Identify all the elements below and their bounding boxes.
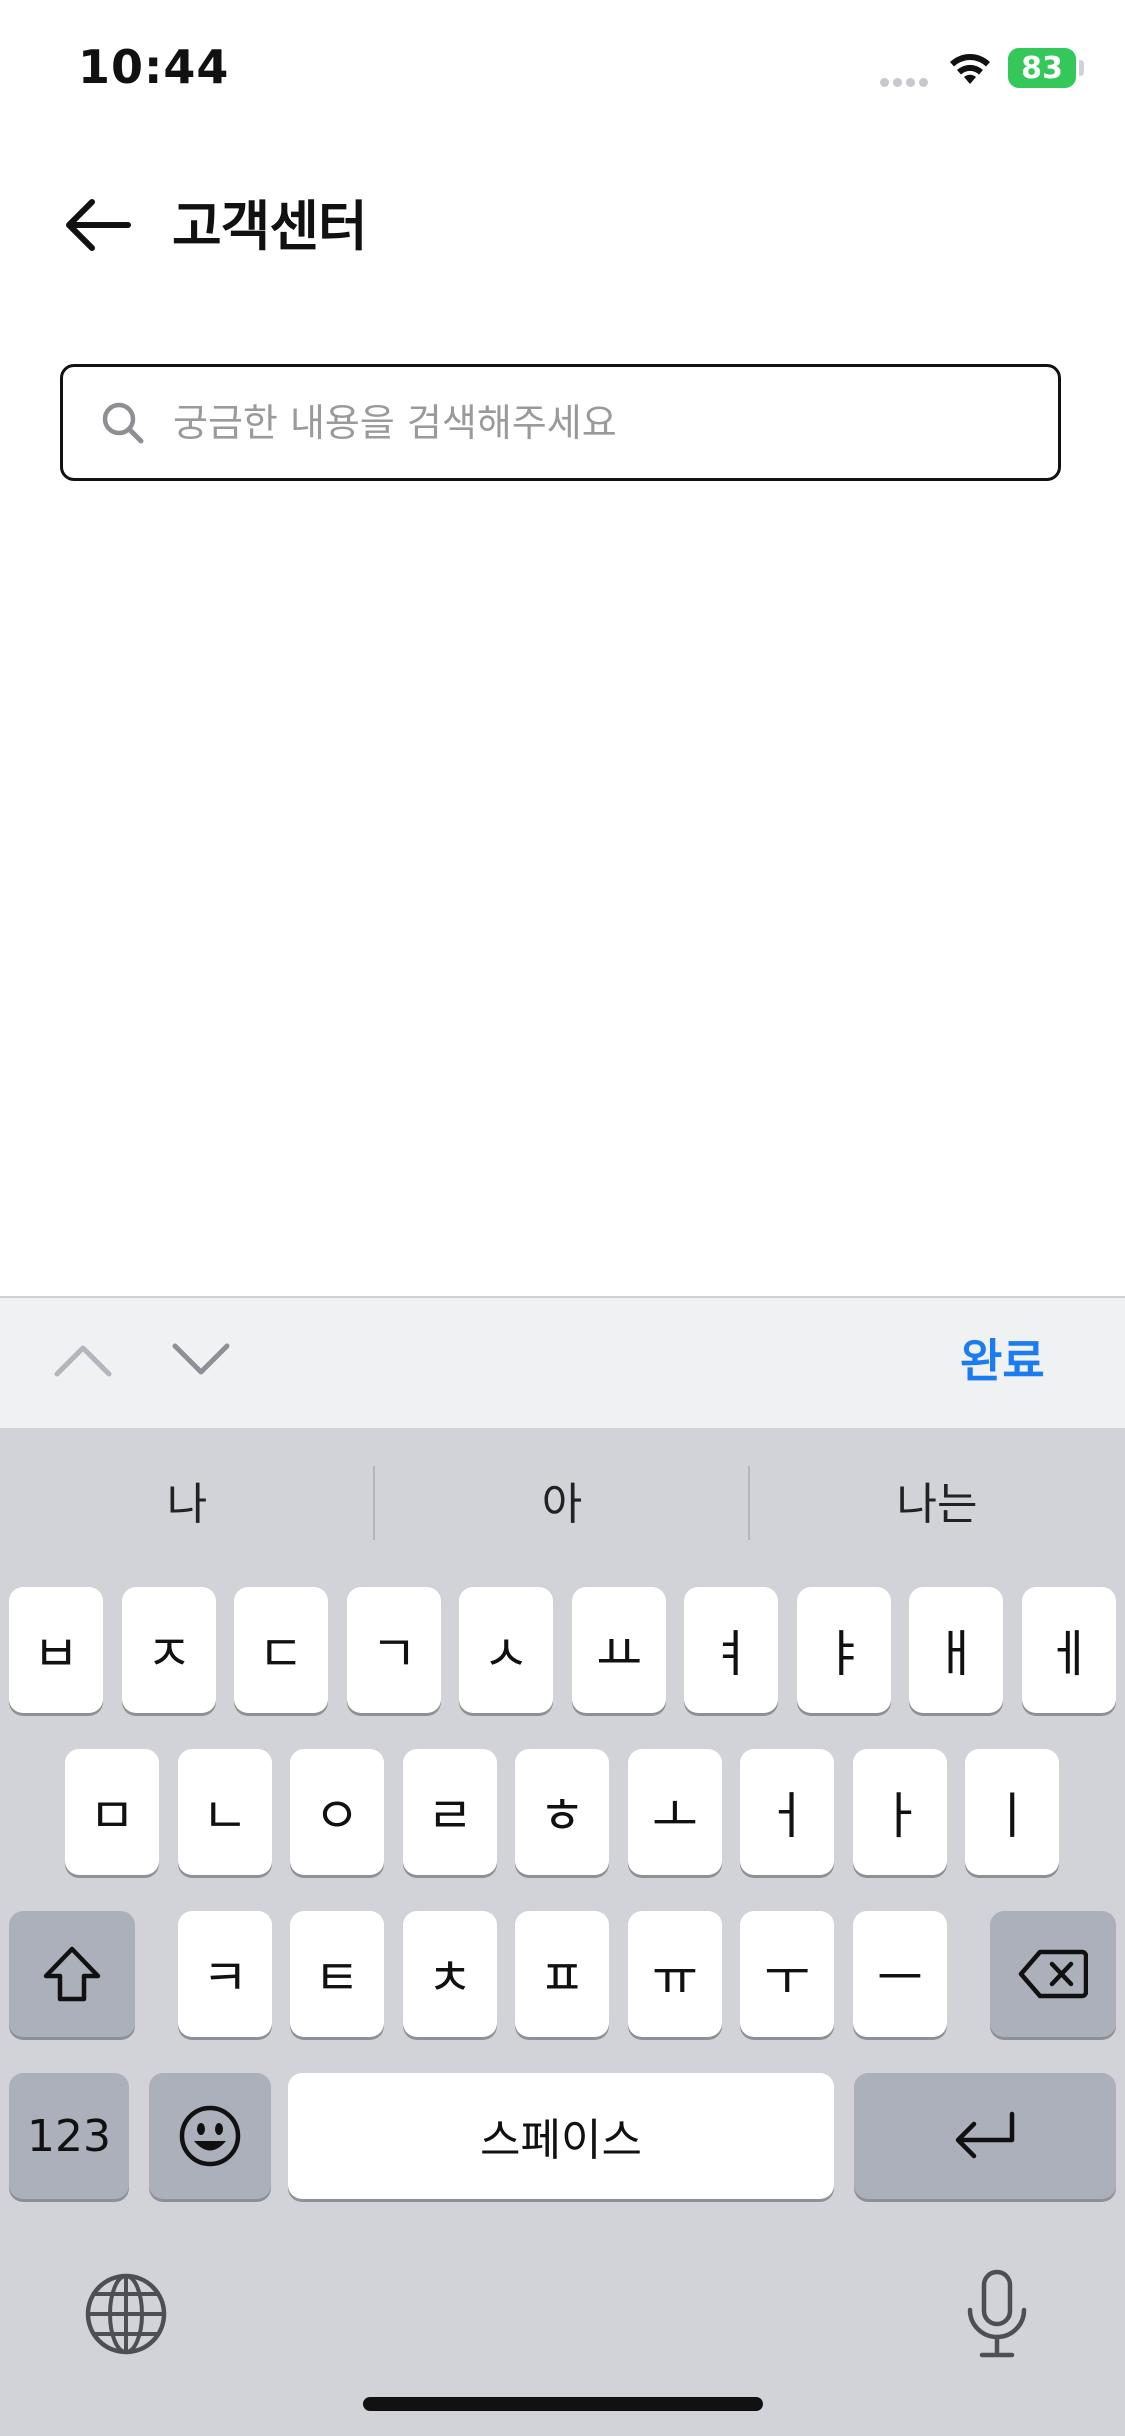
globe-icon[interactable] <box>84 2272 168 2360</box>
page-title: 고객센터 <box>172 195 368 258</box>
key-ㅂ[interactable]: ㅂ <box>9 1587 103 1713</box>
emoji-key[interactable] <box>149 2073 271 2199</box>
search-icon <box>101 401 145 445</box>
cellular-signal-icon <box>880 72 932 91</box>
emoji-icon <box>179 2105 241 2167</box>
key-ㅇ[interactable]: ㅇ <box>290 1749 384 1875</box>
key-ㅠ[interactable]: ㅠ <box>628 1911 722 2037</box>
home-indicator <box>363 2397 763 2411</box>
prev-field-button[interactable] <box>48 1330 118 1390</box>
key-ㅕ[interactable]: ㅕ <box>684 1587 778 1713</box>
chevron-up-icon <box>54 1345 112 1377</box>
key-ㅓ[interactable]: ㅓ <box>740 1749 834 1875</box>
key-ㅡ[interactable]: ㅡ <box>853 1911 947 2037</box>
back-button[interactable] <box>52 180 142 270</box>
key-ㅁ[interactable]: ㅁ <box>65 1749 159 1875</box>
search-box[interactable] <box>60 364 1061 481</box>
shift-icon <box>43 1946 101 2002</box>
battery-indicator: 83 <box>1008 48 1076 88</box>
numbers-key[interactable]: 123 <box>9 2073 129 2199</box>
key-ㅋ[interactable]: ㅋ <box>178 1911 272 2037</box>
backspace-icon <box>1018 1949 1088 1999</box>
suggestion-1[interactable]: 나 <box>0 1468 374 1532</box>
arrow-left-icon <box>66 199 131 251</box>
chevron-down-icon <box>172 1343 230 1375</box>
key-ㅅ[interactable]: ㅅ <box>459 1587 553 1713</box>
key-ㅗ[interactable]: ㅗ <box>628 1749 722 1875</box>
done-button[interactable]: 완료 <box>960 1325 1045 1391</box>
return-icon <box>955 2111 1015 2159</box>
key-ㅏ[interactable]: ㅏ <box>853 1749 947 1875</box>
key-ㅑ[interactable]: ㅑ <box>797 1587 891 1713</box>
battery-cap <box>1079 60 1084 76</box>
key-ㄱ[interactable]: ㄱ <box>347 1587 441 1713</box>
status-time: 10:44 <box>78 40 230 94</box>
key-ㅌ[interactable]: ㅌ <box>290 1911 384 2037</box>
space-key[interactable]: 스페이스 <box>288 2073 834 2199</box>
key-ㅣ[interactable]: ㅣ <box>965 1749 1059 1875</box>
suggestion-2[interactable]: 아 <box>375 1468 749 1532</box>
wifi-icon <box>945 48 995 90</box>
next-field-button[interactable] <box>166 1330 236 1390</box>
key-ㅛ[interactable]: ㅛ <box>572 1587 666 1713</box>
key-ㅔ[interactable]: ㅔ <box>1022 1587 1116 1713</box>
search-input[interactable] <box>171 399 1035 446</box>
key-ㄴ[interactable]: ㄴ <box>178 1749 272 1875</box>
key-ㅊ[interactable]: ㅊ <box>403 1911 497 2037</box>
shift-key[interactable] <box>9 1911 135 2037</box>
key-ㄹ[interactable]: ㄹ <box>403 1749 497 1875</box>
microphone-icon[interactable] <box>962 2268 1032 2364</box>
key-ㅐ[interactable]: ㅐ <box>909 1587 1003 1713</box>
key-ㅈ[interactable]: ㅈ <box>122 1587 216 1713</box>
key-ㅍ[interactable]: ㅍ <box>515 1911 609 2037</box>
key-ㅜ[interactable]: ㅜ <box>740 1911 834 2037</box>
suggestion-3[interactable]: 나는 <box>750 1468 1124 1532</box>
return-key[interactable] <box>854 2073 1116 2199</box>
delete-key[interactable] <box>990 1911 1116 2037</box>
key-ㄷ[interactable]: ㄷ <box>234 1587 328 1713</box>
key-ㅎ[interactable]: ㅎ <box>515 1749 609 1875</box>
